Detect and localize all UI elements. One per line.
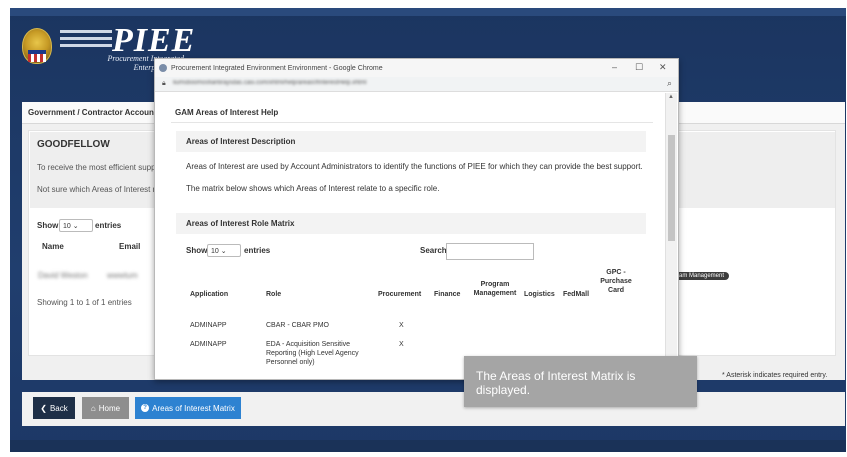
section-description-title: Areas of Interest Description (176, 131, 646, 152)
matrix-entries-select[interactable]: 10 ⌄ (207, 244, 241, 257)
window-title-bar: Procurement Integrated Environment Envir… (155, 59, 678, 77)
row1-role: CBAR - CBAR PMO (266, 322, 330, 329)
lock-icon: 🔒︎ (162, 80, 166, 87)
th-gpc-purchase-card[interactable]: GPC - Purchase Card (598, 268, 634, 295)
column-header-email[interactable]: Email (119, 242, 140, 251)
maximize-icon[interactable]: ☐ (635, 62, 643, 73)
th-application[interactable]: Application (190, 290, 228, 299)
tutorial-caption: The Areas of Interest Matrix is displaye… (464, 356, 697, 407)
chrome-popup-window: Procurement Integrated Environment Envir… (154, 58, 679, 380)
flag-icon (28, 50, 46, 62)
row2-procurement: X (399, 341, 404, 348)
user-name: GOODFELLOW (37, 139, 110, 150)
favicon-icon (159, 64, 167, 72)
description-text-1: Areas of Interest are used by Account Ad… (186, 162, 643, 171)
question-circle-icon: ? (141, 404, 150, 412)
row2-application: ADMINAPP (190, 341, 227, 348)
address-bar[interactable]: 🔒︎ liumsboomosfiantiraysdas.casi.com/xht… (155, 77, 678, 92)
info-line-2: Not sure which Areas of Interest re (37, 185, 160, 194)
row-email-blurred: wwwtum (107, 271, 138, 280)
row1-application: ADMINAPP (190, 322, 227, 329)
area-badge: am Management (674, 272, 730, 280)
url-text: liumsboomosfiantiraysdas.casi.com/xhtml/… (173, 80, 367, 86)
entries-select-value: 10 (63, 223, 71, 230)
entries-select[interactable]: 10 ⌄ (59, 219, 93, 232)
top-strip (10, 8, 846, 16)
back-button[interactable]: ❮ Back (33, 397, 75, 419)
bottom-strip (10, 440, 846, 452)
th-role[interactable]: Role (266, 290, 281, 299)
chevron-down-icon: ⌄ (220, 248, 227, 255)
home-button-label: Home (98, 403, 121, 413)
info-line-1: To receive the most efficient suppo (37, 163, 161, 172)
search-icon[interactable]: ⌕ (667, 78, 672, 89)
section-role-matrix-title: Areas of Interest Role Matrix (176, 213, 646, 234)
matrix-entries-label: entries (244, 246, 271, 255)
entries-label: entries (95, 221, 122, 230)
close-icon[interactable]: ✕ (659, 62, 667, 73)
th-logistics[interactable]: Logistics (524, 290, 555, 299)
matrix-search-label: Search: (420, 246, 450, 255)
column-header-name[interactable]: Name (42, 242, 64, 251)
minimize-icon[interactable]: – (612, 62, 617, 72)
areas-of-interest-matrix-button[interactable]: ? Areas of Interest Matrix (135, 397, 241, 419)
showing-entries-text: Showing 1 to 1 of 1 entries (37, 298, 132, 307)
row2-role: EDA - Acquisition Sensitive Reporting (H… (266, 341, 359, 366)
scrollbar[interactable]: ▲ (665, 93, 677, 379)
th-finance[interactable]: Finance (434, 290, 460, 299)
home-icon: ⌂ (90, 403, 96, 413)
row1-procurement: X (399, 322, 404, 329)
th-program-management[interactable]: Program Management (469, 280, 521, 298)
matrix-show-label: Show (186, 246, 208, 255)
matrix-button-label: Areas of Interest Matrix (152, 403, 235, 413)
matrix-entries-value: 10 (211, 248, 219, 255)
matrix-search-input[interactable] (446, 243, 534, 260)
window-title: Procurement Integrated Environment Envir… (171, 64, 383, 72)
description-text-2: The matrix below shows which Areas of In… (186, 184, 440, 193)
scroll-thumb[interactable] (668, 135, 675, 241)
show-label: Show (37, 221, 59, 230)
modal-title: GAM Areas of Interest Help (171, 103, 653, 123)
home-button[interactable]: ⌂ Home (82, 397, 129, 419)
back-button-label: Back (49, 403, 68, 413)
th-fedmall[interactable]: FedMall (563, 290, 589, 299)
scroll-up-icon[interactable]: ▲ (668, 94, 674, 100)
chevron-down-icon: ⌄ (72, 223, 79, 230)
asterisk-note: * Asterisk indicates required entry. (722, 372, 828, 379)
logo-stripes (60, 30, 112, 51)
chevron-left-icon: ❮ (40, 403, 47, 413)
background-header: Government / Contractor Account A (28, 108, 165, 117)
row-name-blurred: David Weston (38, 271, 88, 280)
th-procurement[interactable]: Procurement (378, 290, 421, 299)
